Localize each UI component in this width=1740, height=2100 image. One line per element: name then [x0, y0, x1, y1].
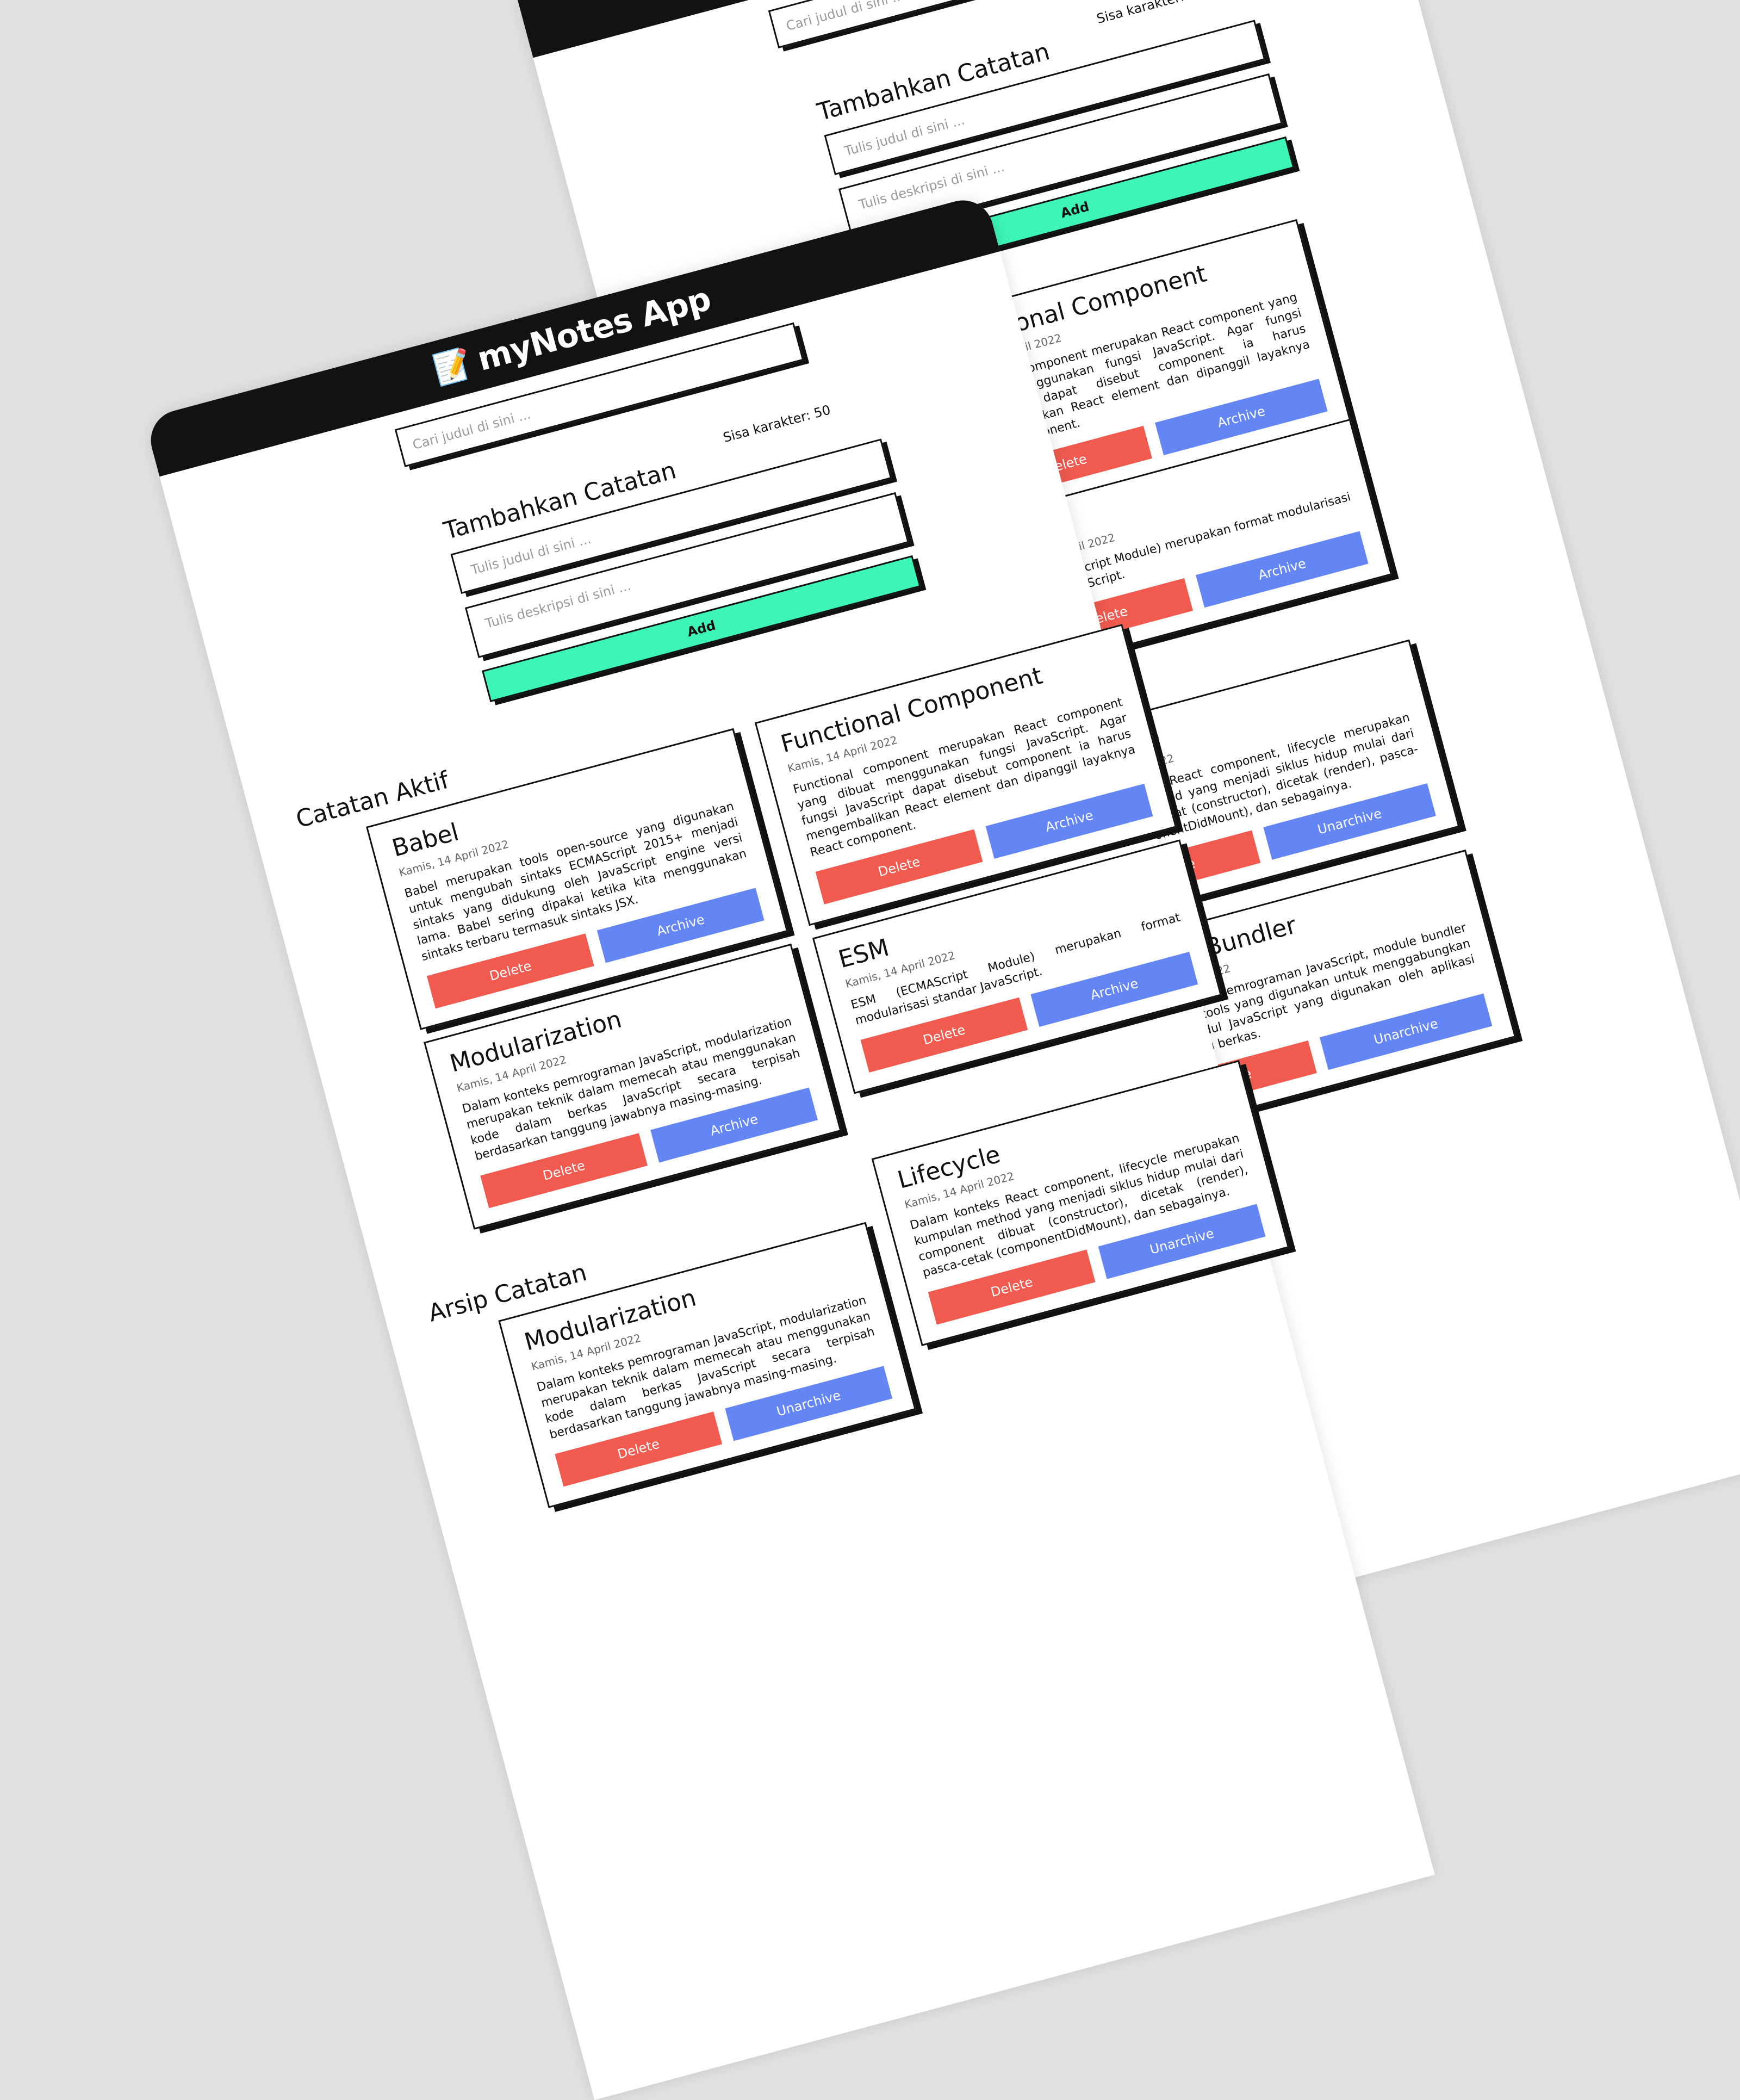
app-header: 📝 myNotes App: [144, 193, 1000, 477]
char-counter: Sisa karakter: 50: [721, 402, 832, 445]
note-card: Lifecycle Kamis, 14 April 2022 Dalam kon…: [871, 1060, 1290, 1346]
memo-icon: 📝: [430, 344, 476, 389]
char-counter: Sisa karakter: 50: [1095, 0, 1206, 27]
